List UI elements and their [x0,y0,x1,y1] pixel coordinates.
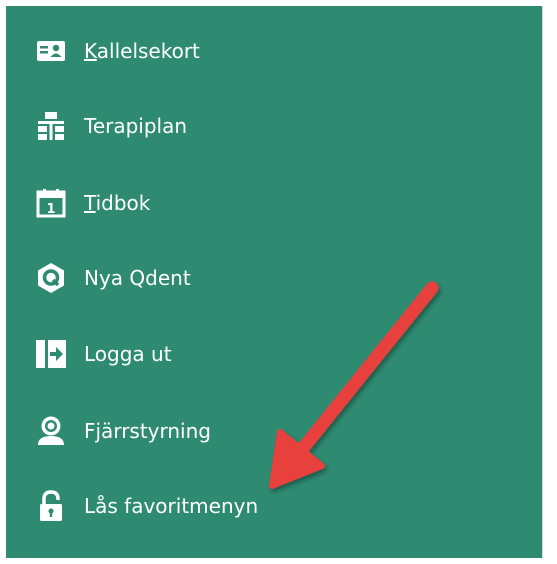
menu-item-label: Lås favoritmenyn [84,494,259,518]
menu-item-label: Nya Qdent [84,266,191,290]
menu-item-label: Kallelsekort [84,39,200,63]
remote-support-icon [34,414,68,448]
menu-item-terapiplan[interactable]: Terapiplan [6,96,426,156]
menu-item-label: Terapiplan [84,114,188,138]
menu-item-logga-ut[interactable]: Logga ut [6,324,426,384]
logout-icon [34,337,68,371]
menu-item-label: Fjärrstyrning [84,419,211,443]
id-card-icon [34,34,68,68]
menu-item-fjarrstyrning[interactable]: Fjärrstyrning [6,401,426,461]
menu-item-nya-qdent[interactable]: Nya Qdent [6,248,426,308]
qdent-logo-icon [34,261,68,295]
menu-item-tidbok[interactable]: 1 Tidbok [6,173,426,233]
menu-item-kallelsekort[interactable]: Kallelsekort [6,21,426,81]
hierarchy-icon [34,109,68,143]
lock-icon [34,489,68,523]
calendar-icon: 1 [34,186,68,220]
favorites-menu-panel: Kallelsekort Terapiplan 1 Tidbok Nya Qde… [6,6,543,558]
menu-item-las-favoritmenyn[interactable]: Lås favoritmenyn [6,476,426,536]
screenshot-frame: Kallelsekort Terapiplan 1 Tidbok Nya Qde… [0,0,557,564]
menu-item-label: Logga ut [84,342,172,366]
svg-text:1: 1 [46,202,55,217]
menu-item-label: Tidbok [84,191,151,215]
